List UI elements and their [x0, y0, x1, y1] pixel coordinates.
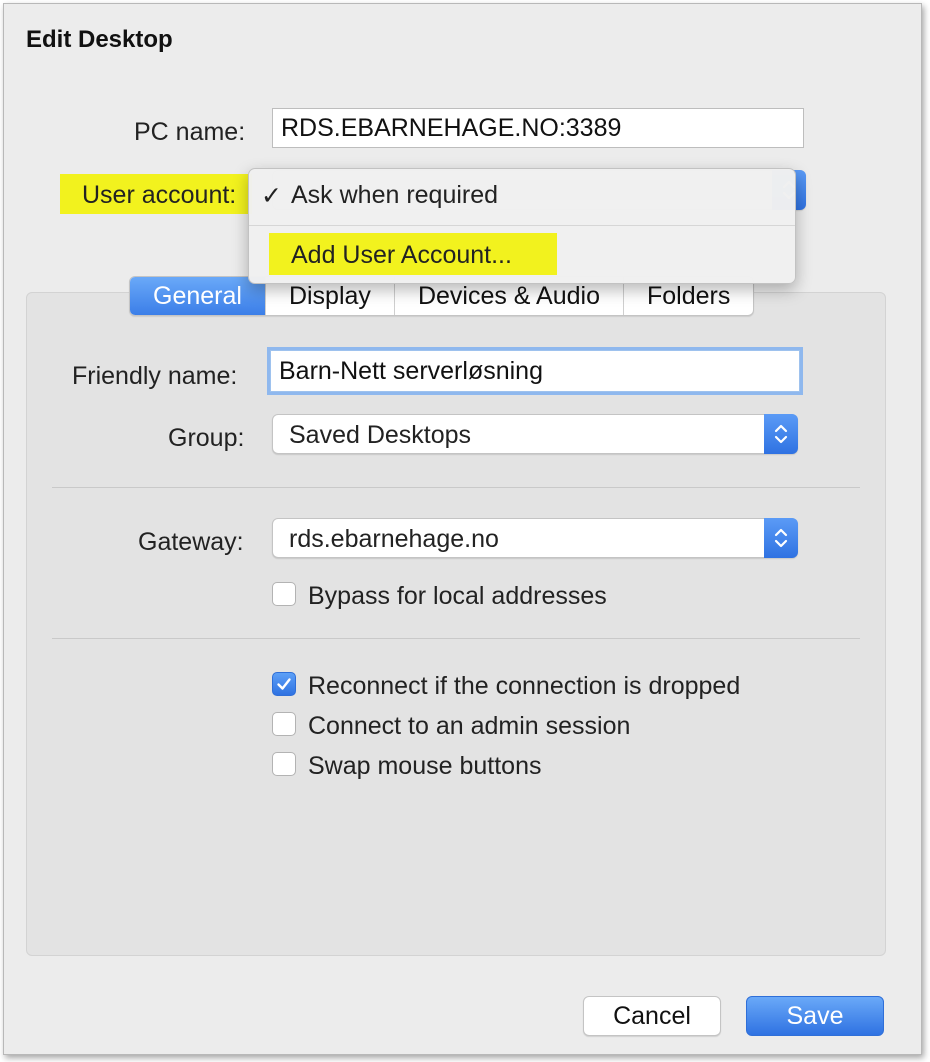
bypass-checkbox[interactable]	[272, 582, 296, 606]
separator	[52, 638, 860, 639]
cancel-button[interactable]: Cancel	[583, 996, 721, 1036]
reconnect-label: Reconnect if the connection is dropped	[308, 672, 741, 700]
group-label: Group:	[168, 424, 245, 452]
admin-session-checkbox[interactable]	[272, 712, 296, 736]
reconnect-checkbox[interactable]	[272, 672, 296, 696]
user-account-label: User account:	[82, 181, 237, 209]
chevron-updown-icon	[774, 528, 788, 548]
group-value: Saved Desktops	[289, 421, 472, 449]
edit-desktop-window: Edit Desktop PC name: RDS.EBARNEHAGE.NO:…	[3, 3, 922, 1055]
chevron-updown-icon	[774, 424, 788, 444]
bypass-label: Bypass for local addresses	[308, 582, 607, 610]
admin-session-label: Connect to an admin session	[308, 712, 631, 740]
checkmark-icon: ✓	[261, 182, 282, 210]
tab-general[interactable]: General	[130, 277, 266, 315]
save-button[interactable]: Save	[746, 996, 884, 1036]
group-stepper[interactable]	[764, 414, 798, 454]
user-account-menu: ✓ Ask when required Add User Account...	[248, 168, 796, 284]
pc-name-field[interactable]: RDS.EBARNEHAGE.NO:3389	[272, 108, 804, 148]
swap-mouse-label: Swap mouse buttons	[308, 752, 542, 780]
group-popup[interactable]: Saved Desktops	[272, 414, 798, 454]
swap-mouse-checkbox[interactable]	[272, 752, 296, 776]
menu-item-add-user-account[interactable]: Add User Account...	[291, 241, 512, 270]
menu-item-ask-when-required[interactable]: Ask when required	[291, 181, 498, 210]
friendly-name-field[interactable]: Barn-Nett serverløsning	[270, 350, 800, 392]
window-title: Edit Desktop	[26, 26, 173, 53]
pc-name-label: PC name:	[134, 118, 246, 146]
gateway-stepper[interactable]	[764, 518, 798, 558]
gateway-label: Gateway:	[138, 528, 244, 556]
menu-separator	[249, 225, 795, 226]
separator	[52, 487, 860, 488]
friendly-name-label: Friendly name:	[72, 362, 238, 390]
gateway-value: rds.ebarnehage.no	[289, 525, 499, 553]
checkmark-icon	[277, 678, 291, 690]
gateway-popup[interactable]: rds.ebarnehage.no	[272, 518, 798, 558]
